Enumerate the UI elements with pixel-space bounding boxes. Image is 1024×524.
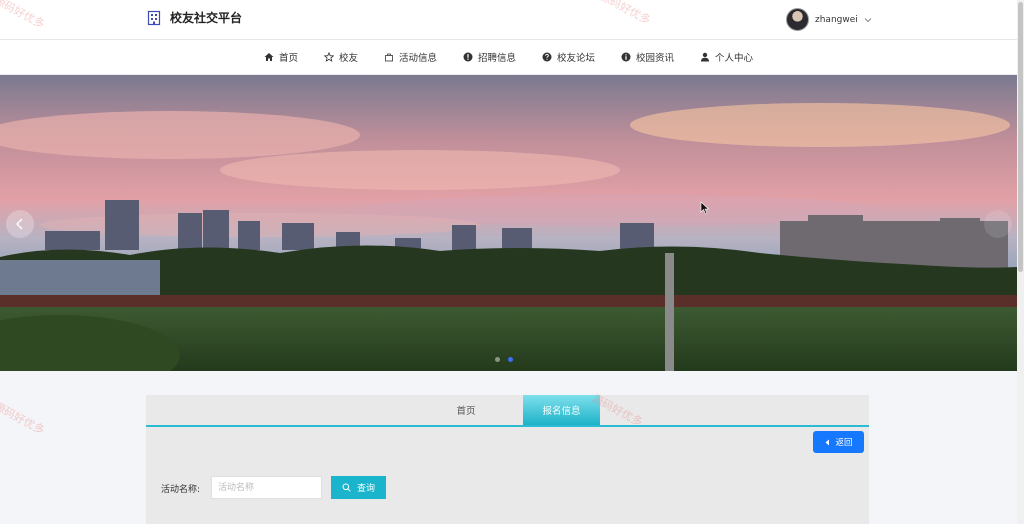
nav-item-home[interactable]: 首页 (251, 50, 311, 64)
banner-carousel (0, 75, 1017, 371)
user-menu[interactable]: zhangwei (786, 8, 872, 31)
nav-label: 校园资讯 (636, 53, 675, 64)
nav-label: 个人中心 (715, 53, 754, 64)
search-button-label: 查询 (356, 484, 375, 494)
activity-name-input[interactable] (211, 476, 322, 499)
page-scrollbar[interactable] (1017, 0, 1024, 524)
tab-bar: 首页 报名信息 (146, 395, 869, 427)
nav-label: 首页 (278, 53, 298, 64)
brand[interactable]: 校友社交平台 (146, 9, 242, 26)
chevron-down-icon[interactable] (864, 16, 872, 24)
brand-title: 校友社交平台 (170, 11, 243, 25)
avatar[interactable] (786, 8, 809, 31)
star-icon (323, 52, 334, 62)
nav-label: 活动信息 (398, 53, 437, 64)
tab-registration-info[interactable]: 报名信息 (523, 395, 600, 425)
nav-item-profile[interactable]: 个人中心 (687, 50, 766, 64)
nav-item-jobs[interactable]: 招聘信息 (450, 50, 529, 64)
nav-item-activities[interactable]: 活动信息 (371, 50, 450, 64)
banner-image (0, 75, 1017, 371)
question-circle-icon (542, 52, 552, 62)
nav-item-news[interactable]: 校园资讯 (608, 50, 687, 64)
info-circle-icon (463, 52, 473, 62)
main-nav: 首页 校友 活动信息 招聘信息 校友论坛 校园资讯 个人中心 (0, 40, 1017, 75)
bag-icon (385, 53, 393, 62)
nav-label: 校友论坛 (557, 53, 596, 64)
building-icon (147, 10, 161, 25)
back-button-label: 返回 (835, 438, 853, 448)
scrollbar-thumb[interactable] (1018, 2, 1023, 272)
nav-label: 招聘信息 (477, 53, 516, 64)
carousel-dot[interactable] (495, 357, 500, 362)
back-button[interactable]: 返回 (813, 431, 864, 453)
tab-home[interactable]: 首页 (426, 395, 506, 425)
carousel-indicators (495, 357, 513, 362)
carousel-next-button[interactable] (984, 210, 1012, 238)
home-icon (264, 53, 274, 61)
mouse-cursor-icon (700, 201, 710, 215)
search-button[interactable]: 查询 (331, 476, 386, 499)
carousel-prev-button[interactable] (6, 210, 34, 238)
activity-name-label: 活动名称: (161, 485, 201, 495)
nav-item-alumni[interactable]: 校友 (311, 50, 371, 64)
watermark: 源码好优多 (0, 399, 47, 438)
username[interactable]: zhangwei (815, 15, 858, 25)
nav-item-forum[interactable]: 校友论坛 (529, 50, 608, 64)
caret-left-icon (825, 439, 830, 445)
search-icon (342, 483, 351, 492)
info-icon (621, 52, 631, 62)
content-panel: 首页 报名信息 返回 活动名称: 查询 (146, 395, 869, 524)
nav-label: 校友 (338, 53, 358, 64)
top-bar: 校友社交平台 zhangwei (0, 0, 1017, 40)
chevron-left-icon (16, 218, 23, 230)
carousel-dot-active[interactable] (508, 357, 513, 362)
user-icon (701, 52, 710, 62)
